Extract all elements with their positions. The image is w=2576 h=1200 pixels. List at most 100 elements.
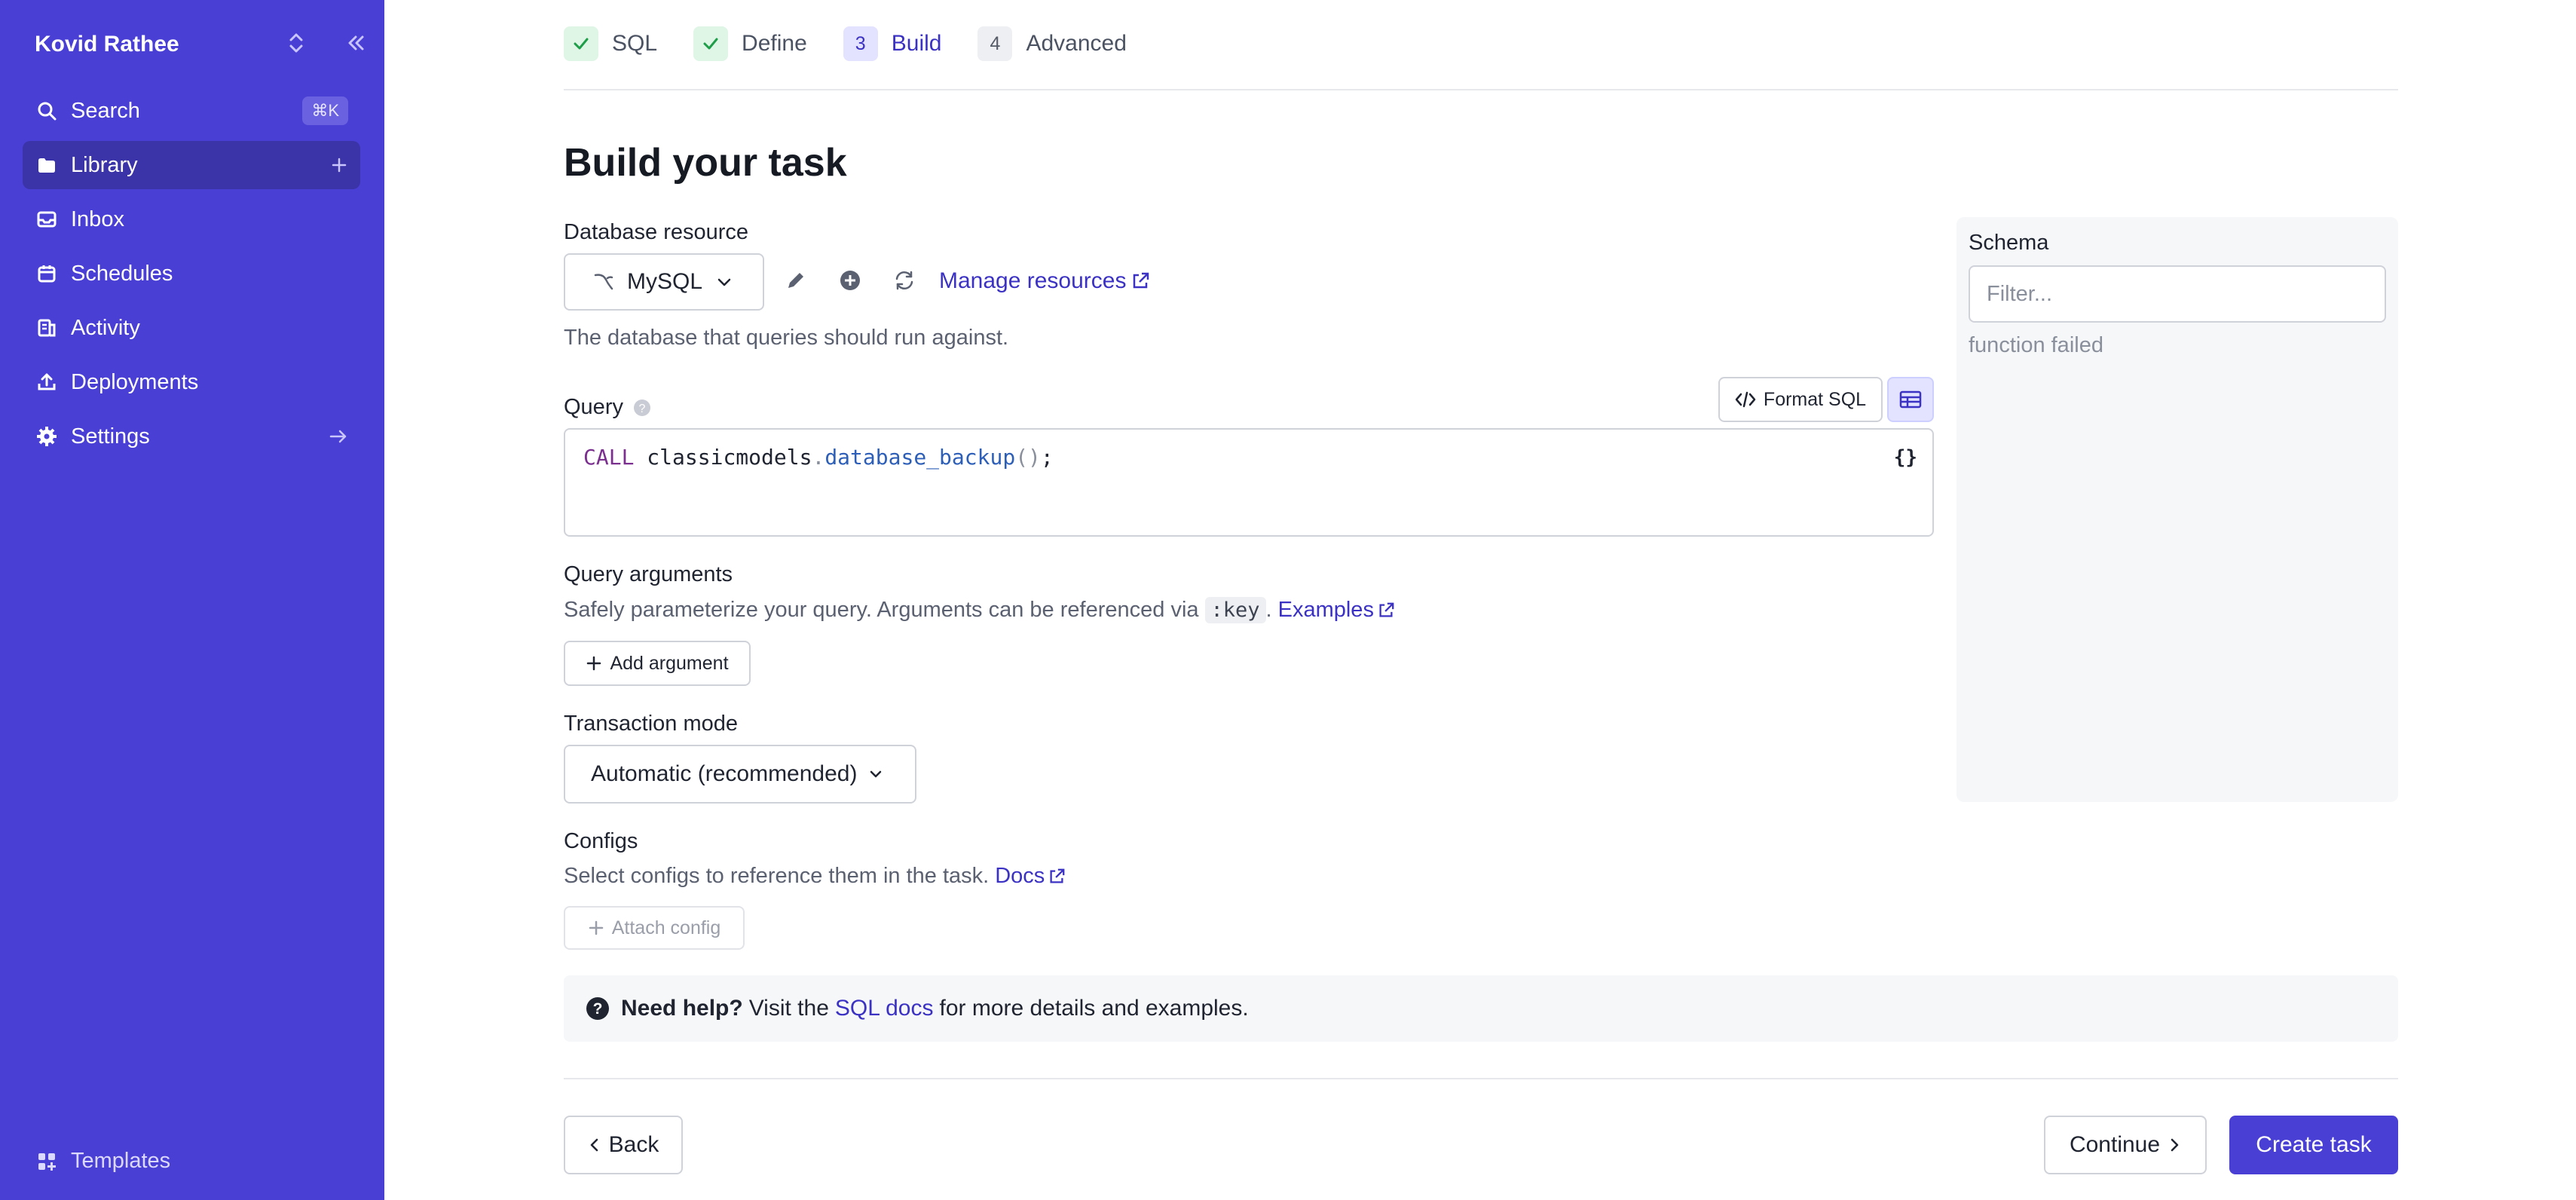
chevron-up-down-icon[interactable] <box>286 31 306 59</box>
database-label: Database resource <box>564 220 749 244</box>
external-link-icon <box>1377 602 1395 620</box>
external-link-icon <box>1130 271 1150 291</box>
examples-link[interactable]: Examples <box>1278 598 1395 623</box>
sidebar-item-schedules[interactable]: Schedules <box>23 249 360 298</box>
chevron-down-icon <box>867 766 884 782</box>
sidebar-nav: Search ⌘K Library Inbox Schedules Activi… <box>23 87 360 467</box>
templates-link[interactable]: Templates <box>35 1149 170 1174</box>
add-argument-button[interactable]: Add argument <box>564 641 751 686</box>
divider <box>564 1078 2398 1079</box>
toggle-schema-button[interactable] <box>1887 377 1934 422</box>
refresh-icon <box>892 268 916 296</box>
sidebar: Kovid Rathee Search ⌘K Library Inbox Sch… <box>0 0 384 1200</box>
code-parens: () <box>1015 445 1041 470</box>
help-banner: ? Need help? Visit the SQL docs for more… <box>564 975 2398 1042</box>
braces-icon[interactable]: {} <box>1894 446 1917 469</box>
sidebar-item-label: Activity <box>71 315 140 340</box>
transaction-select[interactable]: Automatic (recommended) <box>564 745 916 804</box>
format-sql-button[interactable]: Format SQL <box>1718 377 1883 422</box>
sql-editor[interactable]: CALL classicmodels.database_backup(); {} <box>564 428 1934 537</box>
back-label: Back <box>608 1132 659 1157</box>
schema-filter-input[interactable] <box>1969 265 2386 323</box>
inbox-icon <box>35 207 59 231</box>
step-build[interactable]: 3 Build <box>843 26 942 61</box>
create-task-button[interactable]: Create task <box>2229 1116 2398 1174</box>
sidebar-item-settings[interactable]: Settings <box>23 412 360 461</box>
workspace-switcher[interactable]: Kovid Rathee <box>35 27 366 62</box>
sql-docs-link[interactable]: SQL docs <box>835 996 934 1021</box>
check-icon <box>693 26 729 61</box>
page-title: Build your task <box>564 141 847 185</box>
svg-text:?: ? <box>639 403 646 415</box>
upload-icon <box>35 370 59 394</box>
help-post: for more details and examples. <box>939 996 1249 1021</box>
step-label: Advanced <box>1026 31 1127 56</box>
arguments-period: . <box>1265 598 1272 622</box>
configs-help-row: Select configs to reference them in the … <box>564 864 1066 889</box>
attach-config-button[interactable]: Attach config <box>564 906 745 950</box>
manage-resources-link[interactable]: Manage resources <box>939 268 1150 294</box>
code-schema: classicmodels <box>647 445 812 470</box>
sidebar-item-inbox[interactable]: Inbox <box>23 195 360 243</box>
step-define[interactable]: Define <box>693 26 807 61</box>
step-sql[interactable]: SQL <box>564 26 657 61</box>
calendar-icon <box>35 262 59 286</box>
add-resource-button[interactable] <box>835 267 865 297</box>
code-icon <box>1735 390 1756 409</box>
docs-link[interactable]: Docs <box>995 864 1066 889</box>
search-icon <box>35 99 59 123</box>
edit-resource-button[interactable] <box>781 267 811 297</box>
check-icon <box>564 26 598 61</box>
continue-button[interactable]: Continue <box>2044 1116 2207 1174</box>
query-label-row: Query ? <box>564 395 652 420</box>
database-select[interactable]: MySQL <box>564 253 764 311</box>
folder-icon <box>35 153 59 177</box>
sidebar-item-label: Settings <box>71 424 150 448</box>
sidebar-item-label: Deployments <box>71 369 199 394</box>
schema-panel: Schema function failed <box>1956 217 2398 802</box>
sidebar-item-label: Library <box>71 152 138 177</box>
chevron-right-icon <box>2168 1137 2181 1153</box>
plus-icon <box>586 655 602 672</box>
sidebar-item-activity[interactable]: Activity <box>23 304 360 352</box>
main-content: SQL Define 3 Build 4 Advanced Build your… <box>564 0 2398 1200</box>
database-selected: MySQL <box>627 269 703 294</box>
refresh-resources-button[interactable] <box>889 267 919 297</box>
schema-error: function failed <box>1969 333 2103 357</box>
step-label: Define <box>742 31 807 56</box>
sidebar-item-library[interactable]: Library <box>23 141 360 189</box>
activity-log-icon <box>35 316 59 340</box>
table-icon <box>1899 390 1922 409</box>
manage-resources-label: Manage resources <box>939 268 1127 293</box>
question-circle-icon: ? <box>585 996 610 1021</box>
examples-label: Examples <box>1277 598 1374 622</box>
arguments-help-row: Safely parameterize your query. Argument… <box>564 597 1395 623</box>
sidebar-item-deployments[interactable]: Deployments <box>23 358 360 406</box>
mysql-icon <box>592 271 615 293</box>
step-label: SQL <box>612 31 658 56</box>
external-link-icon <box>1048 868 1066 886</box>
sidebar-item-search[interactable]: Search ⌘K <box>23 87 360 135</box>
query-label: Query <box>564 395 623 419</box>
back-button[interactable]: Back <box>564 1116 683 1174</box>
stepper: SQL Define 3 Build 4 Advanced <box>564 26 1163 62</box>
pencil-icon <box>784 268 808 296</box>
plus-icon[interactable] <box>330 156 348 174</box>
attach-config-label: Attach config <box>611 917 721 938</box>
question-circle-icon[interactable]: ? <box>632 398 652 418</box>
arrow-right-icon[interactable] <box>329 427 348 445</box>
help-pre: Visit the <box>748 996 829 1021</box>
step-label: Build <box>891 31 942 56</box>
grid-plus-icon <box>35 1149 59 1174</box>
docs-label: Docs <box>995 864 1045 888</box>
format-sql-label: Format SQL <box>1763 388 1867 410</box>
step-number: 4 <box>977 26 1013 61</box>
sidebar-item-label: Schedules <box>71 261 173 286</box>
collapse-sidebar-icon[interactable] <box>345 32 366 57</box>
sidebar-item-label: Search <box>71 98 140 123</box>
arguments-help: Safely parameterize your query. Argument… <box>564 598 1199 622</box>
divider <box>564 89 2398 90</box>
step-advanced[interactable]: 4 Advanced <box>977 26 1127 61</box>
schema-title: Schema <box>1969 231 2049 255</box>
plus-circle-icon <box>838 268 862 296</box>
